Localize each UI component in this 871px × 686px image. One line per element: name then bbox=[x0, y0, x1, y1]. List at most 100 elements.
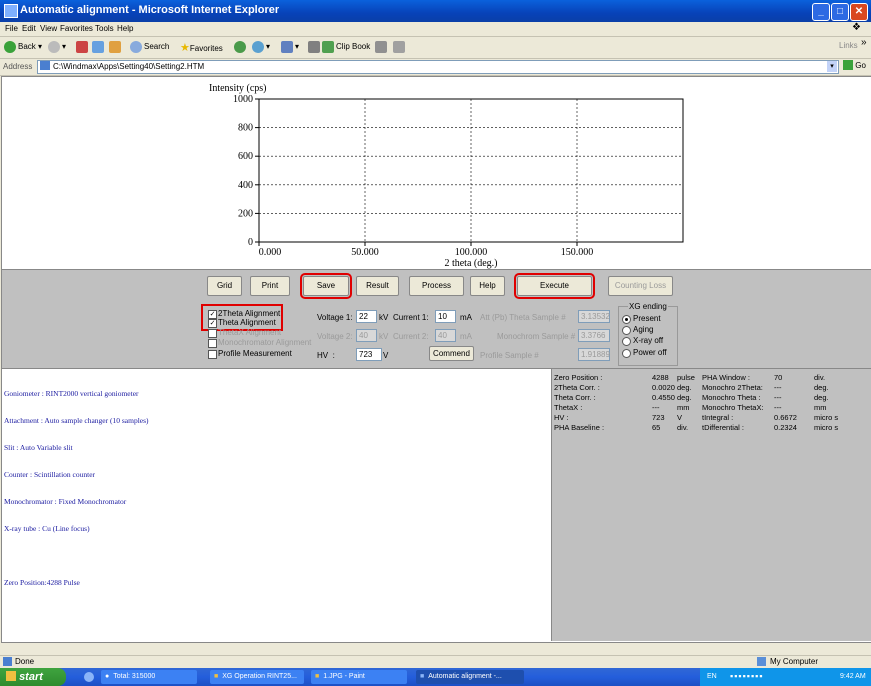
forward-button[interactable]: ▾ bbox=[48, 41, 66, 53]
checkbox-theta[interactable]: ✓ bbox=[208, 319, 217, 328]
status-cell: deg. bbox=[814, 393, 829, 402]
maximize-button[interactable]: □ bbox=[831, 3, 849, 21]
windows-flag-icon bbox=[6, 671, 16, 681]
checkbox-thetax[interactable] bbox=[208, 329, 217, 338]
info-line: Attachment : Auto sample changer (10 sam… bbox=[4, 416, 149, 425]
checkbox-2theta[interactable]: ✓ bbox=[208, 310, 217, 319]
commend-button[interactable]: Commend bbox=[429, 346, 474, 361]
status-cell: mm bbox=[677, 403, 690, 412]
toolbar: Back ▾ ▾ Search ★Favorites ▾ ▾ Clip Book… bbox=[0, 37, 871, 59]
info-line: Zero Position:4288 Pulse bbox=[4, 578, 80, 587]
messenger-icon[interactable] bbox=[375, 41, 389, 53]
menu-bar: File Edit View Favorites Tools Help ❖ bbox=[0, 22, 871, 37]
menu-tools[interactable]: Tools bbox=[95, 24, 114, 33]
dropdown-arrow-icon[interactable]: ▾ bbox=[827, 61, 837, 72]
menu-view[interactable]: View bbox=[40, 24, 57, 33]
forward-arrow-icon bbox=[48, 41, 60, 53]
tools-icon[interactable] bbox=[393, 41, 407, 53]
print-button[interactable]: Print bbox=[250, 276, 290, 296]
start-button[interactable]: start bbox=[0, 668, 66, 686]
done-page-icon bbox=[3, 657, 12, 666]
voltage1-input[interactable]: 22 bbox=[356, 310, 377, 323]
favorites-button[interactable]: ★Favorites bbox=[180, 41, 223, 54]
radio-aging[interactable] bbox=[622, 326, 631, 335]
info-line: Goniometer : RINT2000 vertical goniomete… bbox=[4, 389, 139, 398]
menu-file[interactable]: File bbox=[5, 24, 18, 33]
mono-sample-label: Monochrom Sample # bbox=[497, 332, 576, 341]
clipbook-button[interactable]: Clip Book bbox=[322, 41, 370, 53]
checkbox-monochromator[interactable] bbox=[208, 339, 217, 348]
current2-label: Current 2: bbox=[393, 332, 429, 341]
alignment-status-panel: Zero Position : 4288 pulse PHA Window : 70 di… bbox=[551, 369, 871, 641]
save-button[interactable]: Save bbox=[300, 273, 352, 299]
status-cell: PHA Window : bbox=[702, 373, 750, 382]
menu-favorites[interactable]: Favorites bbox=[60, 24, 93, 33]
status-cell: tIntegral : bbox=[702, 413, 734, 422]
status-cell: --- bbox=[774, 383, 782, 392]
quicklaunch-icon[interactable] bbox=[84, 672, 94, 682]
go-button[interactable]: Go bbox=[843, 60, 869, 73]
tray-icons[interactable]: ▪▪▪▪▪▪▪▪ bbox=[730, 671, 764, 681]
menu-help[interactable]: Help bbox=[117, 24, 133, 33]
radio-power-off[interactable] bbox=[622, 349, 631, 358]
star-icon: ★ bbox=[180, 42, 190, 54]
result-button[interactable]: Result bbox=[356, 276, 399, 296]
links-label[interactable]: Links bbox=[839, 41, 858, 50]
history-icon[interactable]: ▾ bbox=[252, 41, 270, 53]
home-icon[interactable] bbox=[109, 41, 123, 53]
radio-xray-off[interactable] bbox=[622, 337, 631, 346]
info-lines: Goniometer : RINT2000 vertical goniomete… bbox=[4, 371, 149, 605]
search-button[interactable]: Search bbox=[130, 41, 169, 53]
language-indicator[interactable]: EN bbox=[707, 673, 717, 680]
media-icon[interactable] bbox=[234, 41, 248, 53]
menu-edit[interactable]: Edit bbox=[22, 24, 36, 33]
status-cell: pulse bbox=[677, 373, 695, 382]
task-automatic-alignment[interactable]: ■ Automatic alignment -... bbox=[416, 670, 524, 684]
status-cell: Monochro ThetaX: bbox=[702, 403, 764, 412]
label-monochromator: Monochromator Alignment bbox=[218, 338, 312, 347]
execute-button[interactable]: Execute bbox=[514, 273, 595, 299]
window-title-bar[interactable]: Automatic alignment - Microsoft Internet… bbox=[0, 0, 871, 22]
page-content: 0 200 400 600 800 1000 0.000 50.000 100.000 150.0… bbox=[1, 76, 871, 643]
status-cell: div. bbox=[677, 423, 689, 432]
label-thetax: ThetaX Alignment bbox=[218, 328, 282, 337]
profile-sample-input[interactable]: 1.91889 bbox=[578, 348, 610, 361]
counting-loss-button[interactable]: Counting Loss bbox=[608, 276, 673, 296]
minimize-button[interactable]: _ bbox=[812, 3, 830, 21]
back-button[interactable]: Back ▾ bbox=[4, 41, 42, 53]
att-sample-label: Att (Pb) Theta Sample # bbox=[480, 313, 566, 322]
task-total[interactable]: ● Total: 315000 bbox=[101, 670, 197, 684]
status-cell: 2Theta Corr. : bbox=[554, 383, 600, 392]
x-tick-label: 150.000 bbox=[561, 247, 594, 258]
help-button[interactable]: Help bbox=[470, 276, 505, 296]
print-icon[interactable] bbox=[308, 41, 322, 53]
current2-input[interactable]: 40 bbox=[435, 329, 456, 342]
task-paint[interactable]: ■ 1.JPG - Paint bbox=[311, 670, 407, 684]
refresh-icon[interactable] bbox=[92, 41, 106, 53]
x-tick-label: 0.000 bbox=[259, 247, 282, 258]
status-cell: 0.4550 bbox=[652, 393, 675, 402]
status-cell: 4288 bbox=[652, 373, 669, 382]
mail-icon[interactable]: ▾ bbox=[281, 41, 299, 53]
computer-icon bbox=[757, 657, 766, 666]
close-button[interactable]: ✕ bbox=[850, 3, 868, 21]
mono-sample-input[interactable]: 3.3766 bbox=[578, 329, 610, 342]
process-button[interactable]: Process bbox=[409, 276, 464, 296]
status-cell: PHA Baseline : bbox=[554, 423, 605, 432]
radio-present[interactable] bbox=[622, 315, 631, 324]
info-line: Slit : Auto Variable slit bbox=[4, 443, 73, 452]
current1-input[interactable]: 10 bbox=[435, 310, 456, 323]
stop-icon[interactable] bbox=[76, 41, 90, 53]
hv-input[interactable]: 723 bbox=[356, 348, 382, 361]
task-xg-operation[interactable]: ■ XG Operation RINT25... bbox=[210, 670, 304, 684]
chevron-right-icon[interactable]: » bbox=[861, 37, 867, 48]
info-line: Monochromator : Fixed Monochromator bbox=[4, 497, 127, 506]
status-cell: 0.2324 bbox=[774, 423, 797, 432]
status-cell: Zero Position : bbox=[554, 373, 603, 382]
voltage2-input[interactable]: 40 bbox=[356, 329, 377, 342]
address-input[interactable]: C:\Windmax\Apps\Setting40\Setting2.HTM ▾ bbox=[37, 60, 839, 74]
v-unit: V bbox=[383, 351, 389, 360]
att-sample-input[interactable]: 3.13532 bbox=[578, 310, 610, 323]
checkbox-profile[interactable] bbox=[208, 350, 217, 359]
grid-button[interactable]: Grid bbox=[207, 276, 242, 296]
